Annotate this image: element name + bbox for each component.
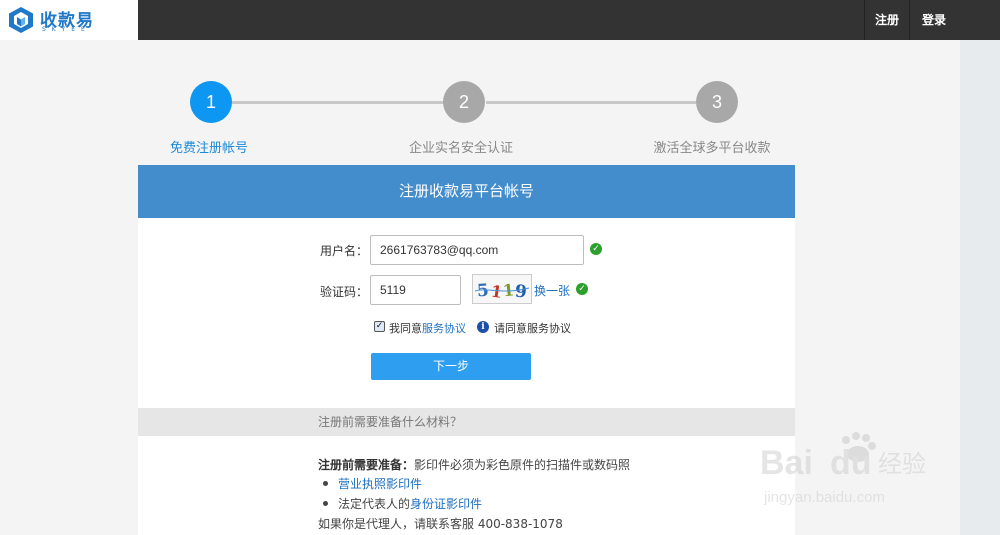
agree-hint: 请同意服务协议 [494,322,571,335]
login-link[interactable]: 登录 [908,0,958,40]
bullet-dot [323,481,328,486]
top-nav: 注册 登录 [863,0,958,40]
refresh-captcha-link[interactable]: 换一张 [534,282,570,299]
prep-section-title: 注册前需要准备什么材料？ [138,408,795,436]
username-valid-icon: ✓ [590,243,602,255]
agree-text: 我同意服务协议 [389,320,466,336]
svg-text:5: 5 [476,281,489,302]
registration-card: 注册收款易平台帐号 用户名： 2661763783@qq.com ✓ 验证码： … [138,165,795,535]
watermark-url: jingyan.baidu.com [763,489,885,506]
captcha-image[interactable]: 5 1 1 9 [472,274,532,304]
captcha-valid-icon: ✓ [576,283,588,295]
captcha-glyphs: 5 1 1 9 [474,280,530,303]
right-gutter [960,40,1000,535]
captcha-input[interactable]: 5119 [370,275,461,305]
business-license-link-text[interactable]: 营业执照影印件 [338,477,422,491]
service-agreement-link[interactable]: 服务协议 [422,322,466,335]
id-card-link[interactable]: 身份证影印件 [410,497,482,511]
step-connector [232,101,444,104]
step-connector [486,101,696,104]
agree-prefix: 我同意 [389,322,422,335]
next-step-button[interactable]: 下一步 [371,353,531,380]
id-card-item: 法定代表人的身份证影印件 [338,495,482,512]
username-input[interactable]: 2661763783@qq.com [370,235,584,265]
watermark-bai: Bai [760,444,813,482]
business-license-link[interactable]: 营业执照影印件 [338,475,422,492]
step-3-label: 激活全球多平台收款 [653,141,771,156]
prep-intro-bold: 注册前需要准备： [318,458,415,472]
svg-text:1: 1 [490,282,504,302]
step-3-circle: 3 [696,81,738,123]
baidu-watermark: Bai du 经验 jingyan.baidu.com [760,430,960,510]
captcha-label: 验证码： [319,285,368,299]
step-1-label: 免费注册帐号 [169,141,248,156]
register-link[interactable]: 注册 [863,0,909,40]
watermark-cn: 经验 [878,450,926,478]
logo[interactable]: 收款易 SKYEE [0,0,138,40]
id-card-prefix: 法定代表人的 [338,497,411,511]
logo-icon [9,7,33,33]
baidu-watermark-graphic: Bai du 经验 jingyan.baidu.com [760,432,926,506]
step-1-circle: 1 [190,81,232,123]
info-icon: i [477,321,489,333]
prep-intro: 注册前需要准备：影印件必须为彩色原件的扫描件或数码照 [318,456,630,473]
step-2-label: 企业实名安全认证 [408,141,513,156]
step-2-circle: 2 [443,81,485,123]
logo-subtitle: SKYEE [42,26,91,33]
agree-checkbox[interactable]: ✓ [374,321,385,332]
watermark-du: du [830,444,872,482]
agent-contact-text: 如果你是代理人，请联系客服 400-838-1078 [318,517,563,531]
prep-intro-text: 影印件必须为彩色原件的扫描件或数码照 [414,458,631,472]
username-label: 用户名： [319,244,368,258]
card-title: 注册收款易平台帐号 [138,165,795,218]
svg-text:9: 9 [514,282,528,303]
top-bar: 收款易 SKYEE 注册 登录 [0,0,1000,40]
bullet-dot [323,501,328,506]
